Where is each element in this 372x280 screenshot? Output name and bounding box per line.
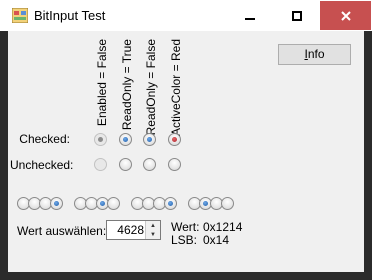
unchecked-radio-disabled bbox=[94, 158, 107, 171]
maximize-button[interactable] bbox=[273, 1, 320, 30]
wert-hex-value: 0x1214 bbox=[203, 220, 243, 234]
maximize-icon bbox=[291, 10, 302, 21]
minimize-icon bbox=[244, 17, 255, 20]
info-button-label: nfo bbox=[307, 47, 325, 61]
column-header-readonly-true: ReadOnly = True bbox=[120, 39, 134, 131]
spin-up-icon[interactable]: ▲ bbox=[146, 221, 160, 230]
value-spinner[interactable]: ▲ ▼ bbox=[145, 221, 160, 239]
close-icon bbox=[340, 10, 351, 21]
title-bar[interactable]: BitInput Test bbox=[0, 0, 372, 31]
window-title: BitInput Test bbox=[34, 8, 106, 23]
unchecked-label: Unchecked: bbox=[10, 158, 74, 172]
checked-radio-readonly[interactable] bbox=[119, 133, 132, 146]
app-icon bbox=[12, 8, 28, 23]
column-header-activecolor-red: ActiveColor = Red bbox=[169, 39, 183, 137]
value-numeric-input[interactable]: 4628 ▲ ▼ bbox=[106, 220, 161, 240]
value-numeric-text: 4628 bbox=[117, 223, 144, 237]
unchecked-radio-red[interactable] bbox=[168, 158, 181, 171]
wert-auswaehlen-label: Wert auswählen: bbox=[17, 224, 107, 238]
checked-radio-disabled bbox=[94, 133, 107, 146]
close-button[interactable] bbox=[320, 1, 371, 30]
bit-radio-11[interactable] bbox=[164, 197, 177, 210]
app-window: BitInput Test Enabled = False ReadOnly =… bbox=[0, 0, 372, 280]
wert-label: Wert: bbox=[171, 220, 200, 234]
checked-radio-red[interactable] bbox=[168, 133, 181, 146]
lsb-hex-value: 0x14 bbox=[203, 233, 230, 247]
unchecked-radio-editable[interactable] bbox=[143, 158, 156, 171]
client-area: Enabled = False ReadOnly = True ReadOnly… bbox=[8, 31, 364, 272]
checked-radio-editable[interactable] bbox=[143, 133, 156, 146]
bit-radio-15[interactable] bbox=[221, 197, 234, 210]
column-header-enabled-false: Enabled = False bbox=[95, 39, 109, 127]
minimize-button[interactable] bbox=[226, 1, 273, 30]
bit-radio-3[interactable] bbox=[50, 197, 63, 210]
bit-radio-7[interactable] bbox=[107, 197, 120, 210]
lsb-label: LSB: bbox=[171, 233, 198, 247]
checked-label: Checked: bbox=[19, 132, 70, 146]
spin-down-icon[interactable]: ▼ bbox=[146, 230, 160, 239]
column-header-readonly-false: ReadOnly = False bbox=[144, 39, 158, 136]
unchecked-radio-readonly[interactable] bbox=[119, 158, 132, 171]
info-button[interactable]: Info bbox=[278, 44, 351, 65]
